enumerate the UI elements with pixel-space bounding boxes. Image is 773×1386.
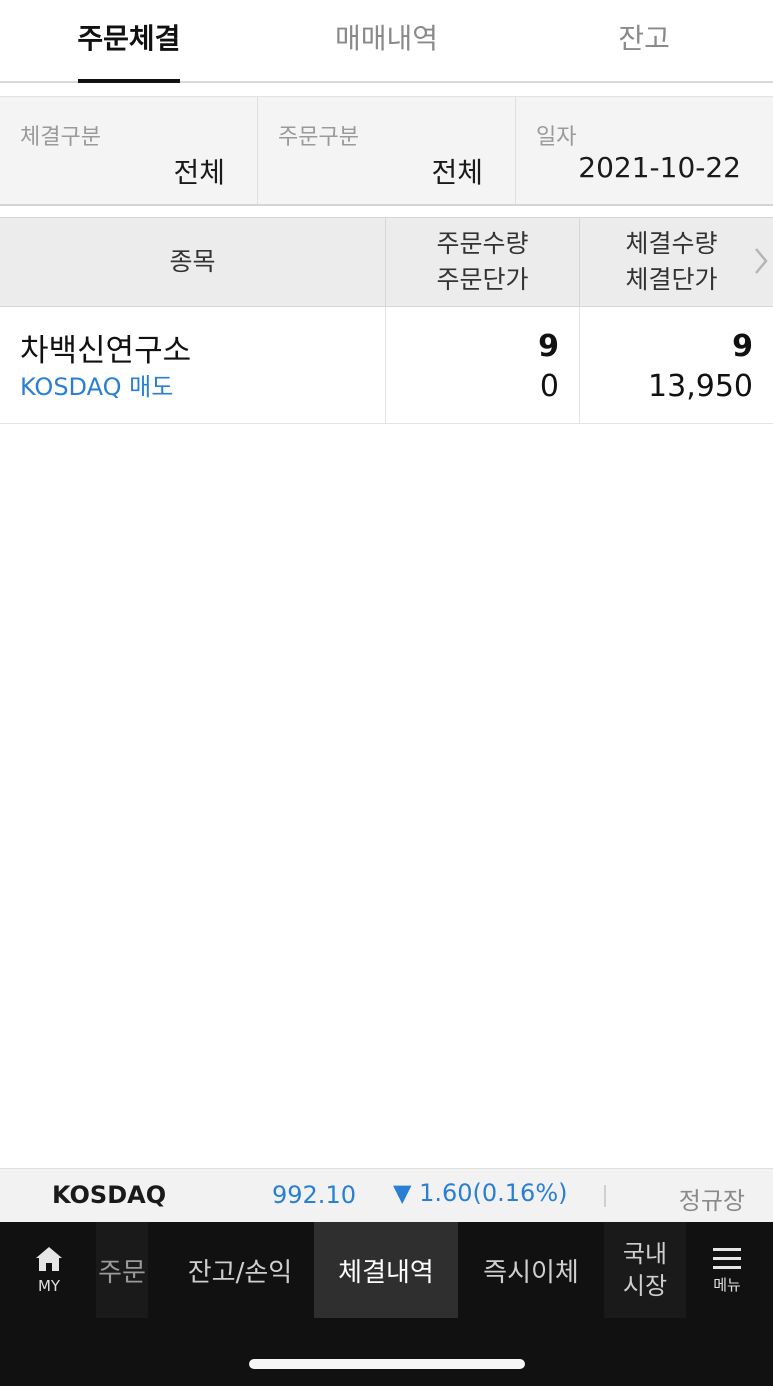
home-icon [36,1247,62,1271]
nav-menu-label: 메뉴 [713,1275,741,1294]
date-filter[interactable]: 일자 2021-10-22 [516,97,773,204]
header-order: 주문수량 주문단가 [386,218,580,306]
tab-balance[interactable]: 잔고 [515,0,773,81]
hamburger-menu-icon [713,1247,741,1269]
ticker-divider [604,1185,606,1207]
date-value: 2021-10-22 [578,151,741,184]
order-type-value: 전체 [431,156,483,189]
exec-price: 13,950 [648,369,753,404]
stock-market-side: KOSDAQ 매도 [20,373,174,401]
order-type-label: 주문구분 [278,125,359,150]
chevron-right-icon[interactable] [753,246,769,276]
nav-domestic-line2: 시장 [622,1272,668,1300]
stock-cell: 차백신연구소 KOSDAQ 매도 [0,307,386,423]
table-row[interactable]: 차백신연구소 KOSDAQ 매도 9 0 9 13,950 [0,307,773,424]
date-label: 일자 [536,125,577,150]
nav-my-label: MY [37,1277,61,1295]
home-indicator [249,1359,525,1369]
order-cell: 9 0 [386,307,580,423]
filter-bar: 체결구분 전체 주문구분 전체 일자 2021-10-22 [0,96,773,206]
nav-my[interactable]: MY [18,1222,80,1318]
header-stock: 종목 [0,218,386,306]
nav-domestic-market[interactable]: 국내 시장 [604,1222,686,1318]
header-order-qty: 주문수량 [436,229,529,258]
nav-order[interactable]: 주문 [96,1222,148,1318]
market-session-status: 정규장 [678,1187,745,1215]
execution-type-value: 전체 [173,156,225,189]
table-header: 종목 주문수량 주문단가 체결수량 체결단가 [0,217,773,307]
nav-execution-history[interactable]: 체결내역 [314,1222,458,1318]
ticker-price: 992.10 [272,1181,356,1209]
ticker-change: ▼ 1.60(0.16%) [393,1179,568,1207]
tab-trade-history[interactable]: 매매내역 [258,0,516,81]
tab-order-execution[interactable]: 주문체결 [0,0,258,83]
header-execution: 체결수량 체결단가 [580,218,773,306]
exec-qty: 9 [732,329,753,364]
nav-domestic-line1: 국내 [622,1240,668,1268]
stock-name: 차백신연구소 [20,333,192,369]
order-type-filter[interactable]: 주문구분 전체 [258,97,516,204]
header-order-price: 주문단가 [436,265,529,294]
nav-balance-pnl[interactable]: 잔고/손익 [170,1222,310,1318]
index-ticker[interactable]: KOSDAQ 992.10 ▼ 1.60(0.16%) 정규장 [0,1168,773,1222]
order-qty: 9 [538,329,559,364]
header-exec-qty: 체결수량 [625,229,718,258]
top-tabs: 주문체결 매매내역 잔고 [0,0,773,83]
bottom-nav: MY 주문 잔고/손익 체결내역 즉시이체 국내 시장 메뉴 [0,1222,773,1386]
header-exec-price: 체결단가 [625,265,718,294]
nav-instant-transfer[interactable]: 즉시이체 [470,1222,592,1318]
execution-type-filter[interactable]: 체결구분 전체 [0,97,258,204]
nav-menu[interactable]: 메뉴 [696,1222,758,1318]
ticker-name: KOSDAQ [52,1181,167,1209]
execution-type-label: 체결구분 [20,125,101,150]
execution-cell: 9 13,950 [580,307,773,423]
order-price: 0 [539,369,559,404]
